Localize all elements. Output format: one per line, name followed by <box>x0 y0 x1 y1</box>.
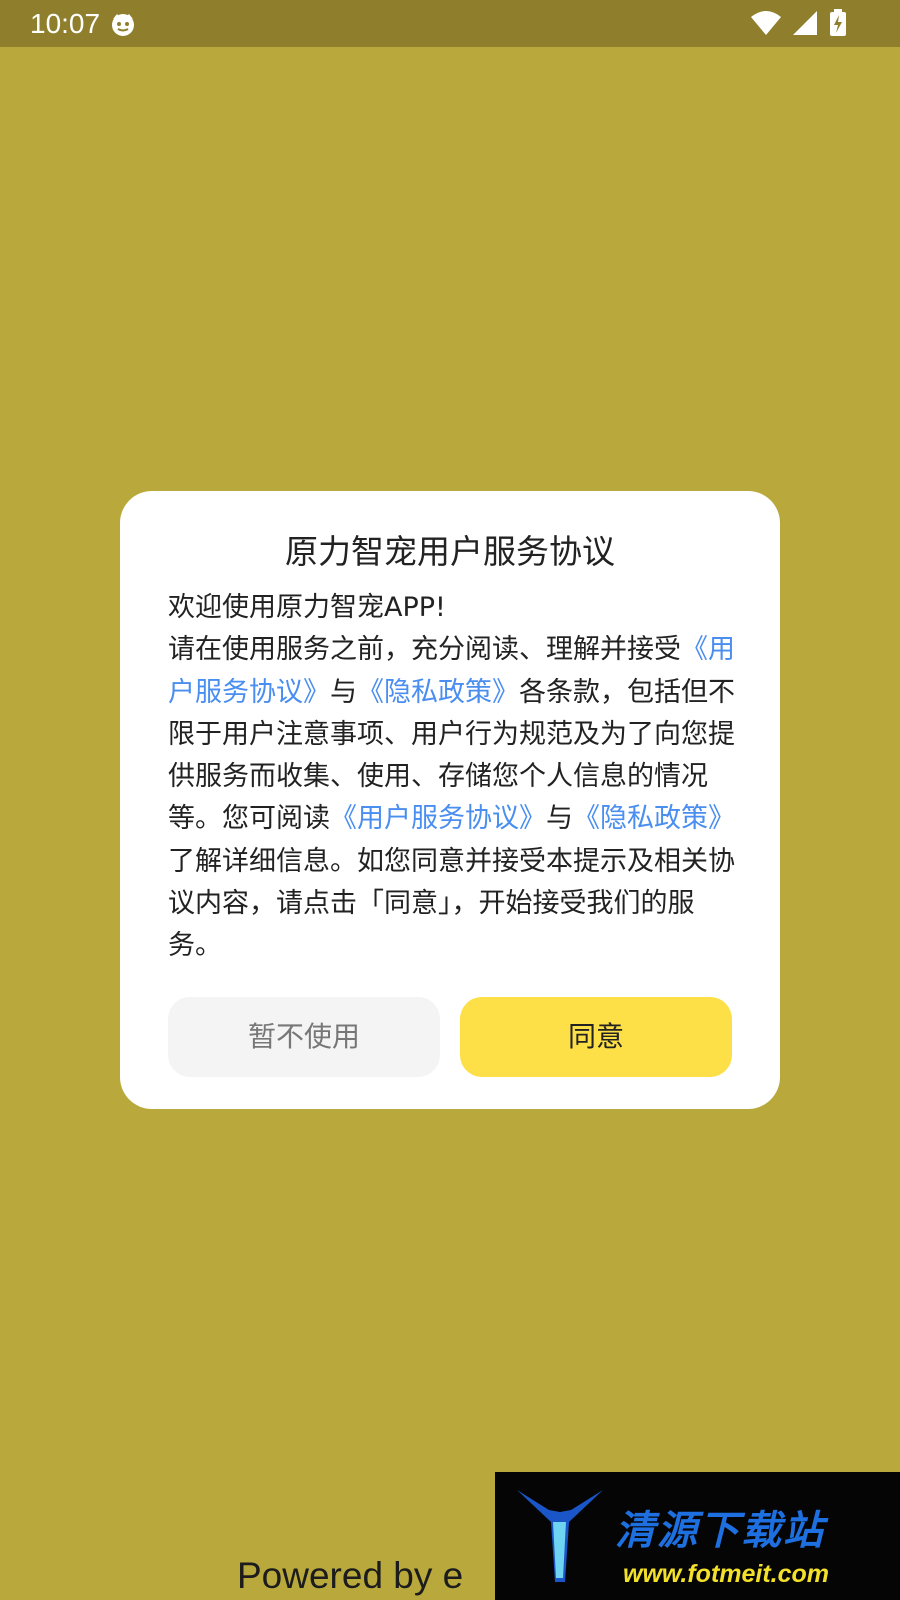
watermark-title: 清源下载站 <box>615 1508 825 1554</box>
battery-charging-icon <box>830 9 846 36</box>
privacy-policy-link[interactable]: 《隐私政策》 <box>357 677 519 708</box>
body-text: 与 <box>546 803 573 835</box>
user-agreement-link[interactable]: 《用户服务协议》 <box>330 803 546 834</box>
app-face-icon <box>110 11 136 41</box>
watermark-url: www.fotmeit.com <box>623 1560 830 1588</box>
decline-button[interactable]: 暂不使用 <box>168 997 440 1077</box>
body-text: 请在使用服务之前，充分阅读、理解并接受 <box>168 634 681 666</box>
status-time: 10:07 <box>30 8 101 39</box>
wifi-icon <box>750 11 781 35</box>
cell-signal-icon <box>792 11 817 35</box>
dialog-title: 原力智宠用户服务协议 <box>285 532 615 571</box>
status-bar: 10:07 <box>0 0 900 47</box>
agreement-dialog: 原力智宠用户服务协议 欢迎使用原力智宠APP! 请在使用服务之前，充分阅读、理解… <box>120 491 780 1109</box>
body-text: 了解详细信息。如您同意并接受本提示及相关协议内容，请点击「同意」，开始接受我们的… <box>168 845 735 962</box>
powered-by-text: Powered by e <box>237 1555 464 1596</box>
agree-button[interactable]: 同意 <box>460 997 732 1077</box>
body-text: 与 <box>330 676 357 708</box>
dialog-body: 欢迎使用原力智宠APP! 请在使用服务之前，充分阅读、理解并接受《用户服务协议》… <box>168 587 736 968</box>
privacy-policy-link[interactable]: 《隐私政策》 <box>573 803 735 834</box>
watermark-logo-icon <box>517 1490 603 1582</box>
status-icons <box>746 9 848 37</box>
welcome-text: 欢迎使用原力智宠APP! <box>168 592 446 623</box>
watermark-banner: 清源下载站 www.fotmeit.com <box>495 1472 900 1600</box>
